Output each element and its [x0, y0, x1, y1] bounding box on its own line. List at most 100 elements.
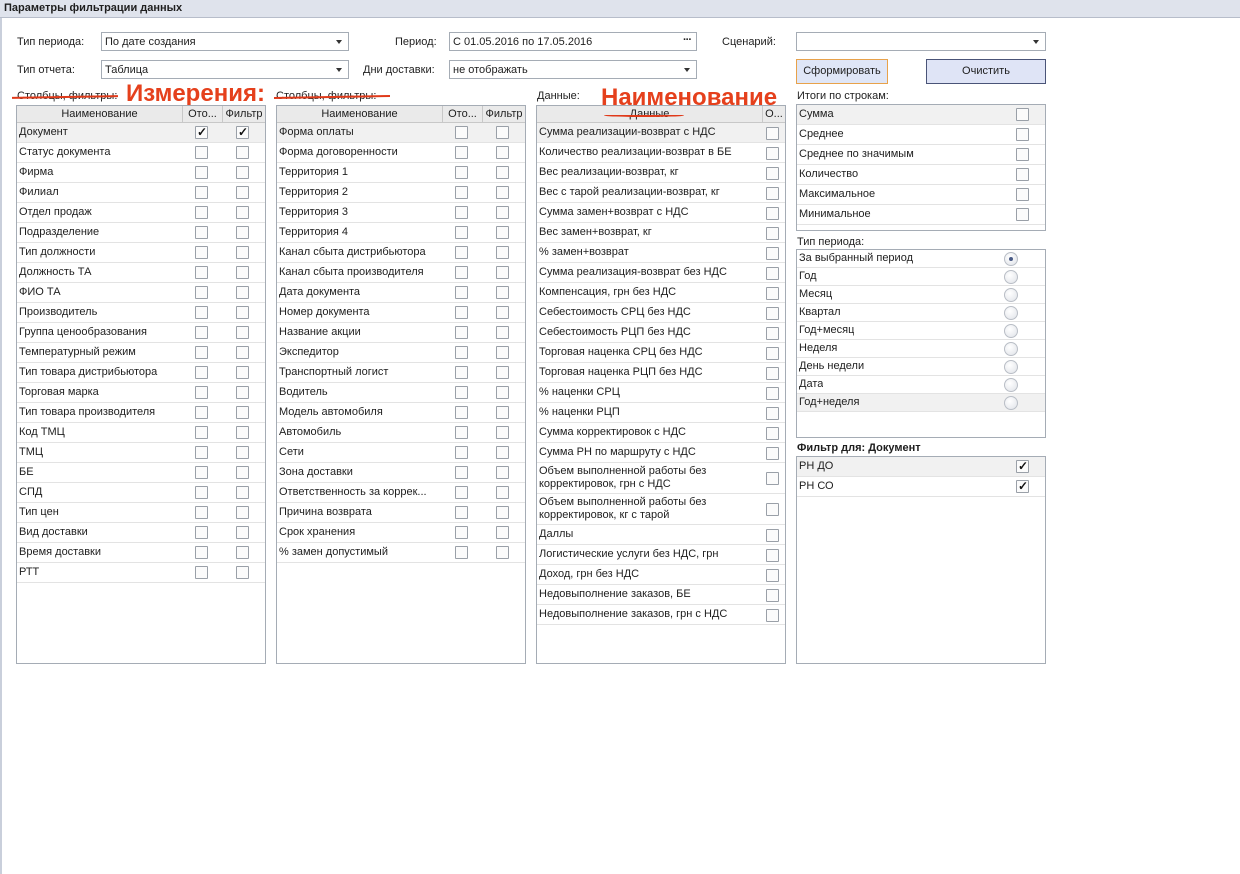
show-checkbox[interactable]: [455, 226, 468, 239]
show-checkbox[interactable]: [195, 246, 208, 259]
table-row[interactable]: ТМЦ: [17, 443, 265, 463]
dims2-header-filter[interactable]: Фильтр: [482, 106, 525, 123]
table-row[interactable]: Территория 3: [277, 203, 525, 223]
show-checkbox[interactable]: [195, 366, 208, 379]
table-row[interactable]: Филиал: [17, 183, 265, 203]
ellipsis-icon[interactable]: ···: [683, 34, 692, 46]
list-item[interactable]: Среднее по значимым: [797, 145, 1045, 165]
filter-checkbox[interactable]: [236, 486, 249, 499]
filter-checkbox[interactable]: [236, 186, 249, 199]
delivery-days-select[interactable]: не отображать: [449, 60, 697, 79]
table-row[interactable]: Компенсация, грн без НДС: [537, 283, 785, 303]
table-row[interactable]: Ответственность за коррек...: [277, 483, 525, 503]
table-row[interactable]: Недовыполнение заказов, БЕ: [537, 585, 785, 605]
show-checkbox[interactable]: [766, 548, 779, 562]
table-row[interactable]: Логистические услуги без НДС, грн: [537, 545, 785, 565]
table-row[interactable]: Сумма реализации-возврат с НДС: [537, 123, 785, 143]
list-item[interactable]: Квартал: [797, 304, 1045, 322]
filter-checkbox[interactable]: [496, 126, 509, 139]
table-row[interactable]: Территория 1: [277, 163, 525, 183]
show-checkbox[interactable]: [766, 588, 779, 602]
show-checkbox[interactable]: [195, 286, 208, 299]
show-checkbox[interactable]: [195, 346, 208, 359]
period-type-select[interactable]: По дате создания: [101, 32, 349, 51]
show-checkbox[interactable]: [766, 446, 779, 460]
filter-checkbox[interactable]: [236, 286, 249, 299]
table-row[interactable]: Отдел продаж: [17, 203, 265, 223]
show-checkbox[interactable]: [455, 446, 468, 459]
show-checkbox[interactable]: [195, 146, 208, 159]
show-checkbox[interactable]: [455, 146, 468, 159]
show-checkbox[interactable]: [766, 246, 779, 260]
filter-checkbox[interactable]: [236, 125, 249, 139]
show-checkbox[interactable]: [195, 546, 208, 559]
show-checkbox[interactable]: [766, 286, 779, 300]
list-item[interactable]: РН ДО: [797, 457, 1045, 477]
table-row[interactable]: Сумма реализация-возврат без НДС: [537, 263, 785, 283]
table-row[interactable]: Себестоимость РЦП без НДС: [537, 323, 785, 343]
table-row[interactable]: Сети: [277, 443, 525, 463]
total-checkbox[interactable]: [1016, 108, 1029, 121]
show-checkbox[interactable]: [455, 346, 468, 359]
show-checkbox[interactable]: [766, 386, 779, 400]
show-checkbox[interactable]: [455, 466, 468, 479]
filter-checkbox[interactable]: [1016, 459, 1029, 473]
period-radio[interactable]: [1004, 396, 1018, 410]
table-row[interactable]: Канал сбыта производителя: [277, 263, 525, 283]
filter-checkbox[interactable]: [236, 546, 249, 559]
list-item[interactable]: Месяц: [797, 286, 1045, 304]
measures-header-show[interactable]: О...: [762, 106, 785, 123]
show-checkbox[interactable]: [766, 306, 779, 320]
filter-checkbox[interactable]: [236, 386, 249, 399]
period-radio[interactable]: [1004, 378, 1018, 392]
show-checkbox[interactable]: [766, 503, 779, 516]
table-row[interactable]: Модель автомобиля: [277, 403, 525, 423]
total-checkbox[interactable]: [1016, 148, 1029, 161]
table-row[interactable]: Подразделение: [17, 223, 265, 243]
show-checkbox[interactable]: [455, 426, 468, 439]
dims1-header-name[interactable]: Наименование: [17, 106, 182, 123]
period-radio[interactable]: [1004, 342, 1018, 356]
show-checkbox[interactable]: [195, 206, 208, 219]
filter-checkbox[interactable]: [496, 506, 509, 519]
table-row[interactable]: Территория 2: [277, 183, 525, 203]
show-checkbox[interactable]: [195, 466, 208, 479]
show-checkbox[interactable]: [455, 246, 468, 259]
filter-checkbox[interactable]: [236, 526, 249, 539]
show-checkbox[interactable]: [766, 426, 779, 440]
show-checkbox[interactable]: [195, 406, 208, 419]
show-checkbox[interactable]: [766, 226, 779, 240]
filter-checkbox[interactable]: [496, 226, 509, 239]
filter-checkbox[interactable]: [496, 426, 509, 439]
filter-checkbox[interactable]: [496, 546, 509, 559]
filter-checkbox[interactable]: [236, 366, 249, 379]
filter-checkbox[interactable]: [496, 186, 509, 199]
list-item[interactable]: Среднее: [797, 125, 1045, 145]
filter-checkbox[interactable]: [236, 346, 249, 359]
table-row[interactable]: Вид доставки: [17, 523, 265, 543]
show-checkbox[interactable]: [766, 266, 779, 280]
list-item[interactable]: РН СО: [797, 477, 1045, 497]
table-row[interactable]: Сумма РН по маршруту с НДС: [537, 443, 785, 463]
period-radio[interactable]: [1004, 360, 1018, 374]
table-row[interactable]: Номер документа: [277, 303, 525, 323]
show-checkbox[interactable]: [766, 126, 779, 140]
filter-checkbox[interactable]: [496, 446, 509, 459]
show-checkbox[interactable]: [766, 472, 779, 485]
list-item[interactable]: Минимальное: [797, 205, 1045, 225]
table-row[interactable]: Производитель: [17, 303, 265, 323]
show-checkbox[interactable]: [766, 186, 779, 200]
table-row[interactable]: % наценки СРЦ: [537, 383, 785, 403]
table-row[interactable]: Количество реализации-возврат в БЕ: [537, 143, 785, 163]
table-row[interactable]: СПД: [17, 483, 265, 503]
show-checkbox[interactable]: [455, 206, 468, 219]
period-radio[interactable]: [1004, 270, 1018, 284]
filter-checkbox[interactable]: [236, 146, 249, 159]
filter-checkbox[interactable]: [496, 526, 509, 539]
show-checkbox[interactable]: [455, 166, 468, 179]
show-checkbox[interactable]: [455, 406, 468, 419]
table-row[interactable]: Тип товара производителя: [17, 403, 265, 423]
show-checkbox[interactable]: [455, 306, 468, 319]
filter-checkbox[interactable]: [496, 406, 509, 419]
show-checkbox[interactable]: [195, 446, 208, 459]
